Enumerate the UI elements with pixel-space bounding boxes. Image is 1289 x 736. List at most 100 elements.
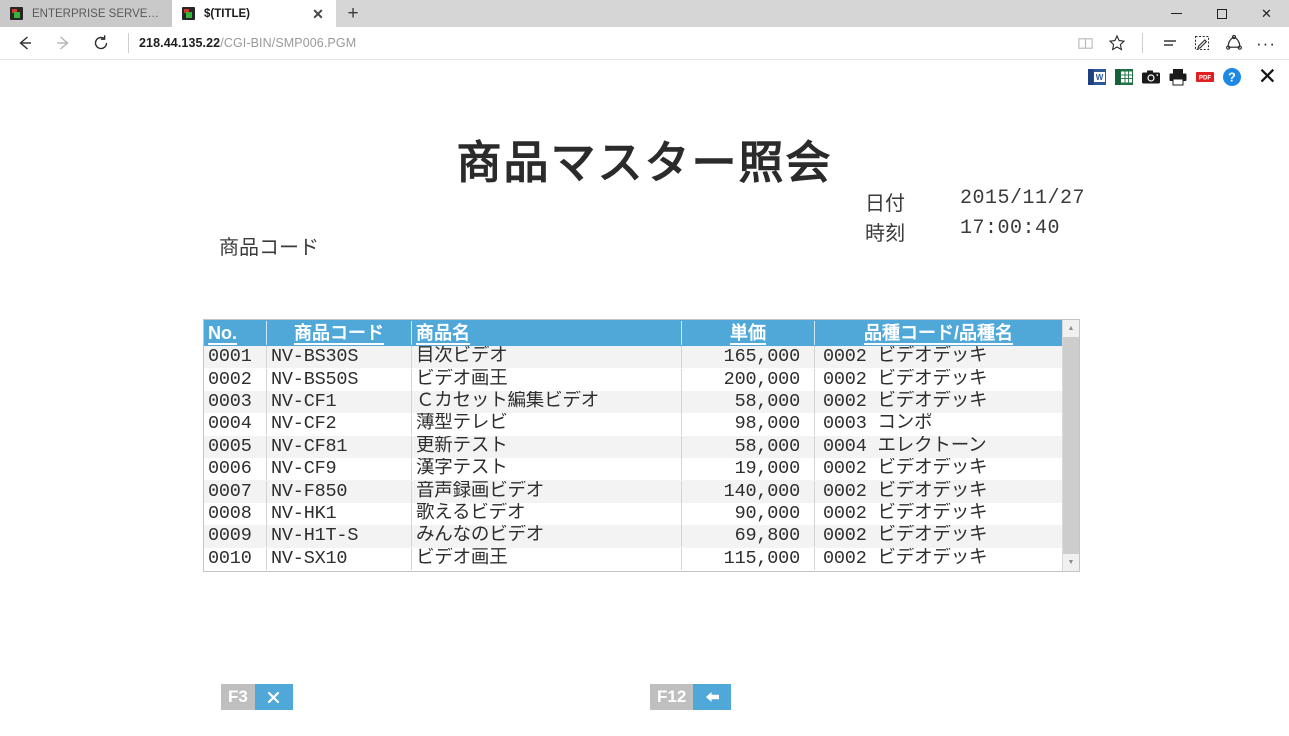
browser-tab-enterprise-server[interactable]: ENTERPRISE SERVER Ver7.0 bbox=[0, 0, 172, 27]
cell-code: NV-H1T-S bbox=[266, 525, 411, 548]
date-value: 2015/11/27 bbox=[960, 187, 1086, 210]
address-bar[interactable]: 218.44.135.22/CGI-BIN/SMP006.PGM bbox=[139, 36, 1070, 50]
table-row[interactable]: 0007 NV-F850 音声録画ビデオ 140,000 0002 ビデオデッキ bbox=[204, 480, 1062, 503]
reading-view-icon[interactable] bbox=[1070, 27, 1100, 59]
column-header-unit-price-label: 単価 bbox=[730, 323, 766, 345]
table-row[interactable]: 0006 NV-CF9 漢字テスト 19,000 0002 ビデオデッキ bbox=[204, 457, 1062, 481]
column-header-no[interactable]: No. bbox=[204, 321, 266, 345]
refresh-button[interactable] bbox=[82, 27, 120, 59]
table-row[interactable]: 0004 NV-CF2 薄型テレビ 98,000 0003 コンポ bbox=[204, 413, 1062, 436]
camera-capture-icon[interactable] bbox=[1141, 67, 1161, 87]
cell-kind: 0004 エレクトーン bbox=[814, 435, 1062, 458]
table-row[interactable]: 0003 NV-CF1 Ｃカセット編集ビデオ 58,000 0002 ビデオデッ… bbox=[204, 390, 1062, 414]
cell-price: 115,000 bbox=[681, 547, 814, 570]
new-tab-button[interactable]: + bbox=[336, 0, 370, 27]
forward-arrow-icon bbox=[57, 36, 69, 50]
app-toolbar-icons: W PDF ? ✕ bbox=[1087, 65, 1277, 88]
cell-price: 140,000 bbox=[681, 480, 814, 503]
scrollbar-thumb[interactable] bbox=[1063, 337, 1079, 554]
table-row[interactable]: 0010 NV-SX10 ビデオ画王 115,000 0002 ビデオデッキ bbox=[204, 547, 1062, 570]
toolbar-actions: ··· bbox=[1070, 27, 1281, 59]
hub-icon[interactable] bbox=[1155, 27, 1185, 59]
cell-code: NV-BS30S bbox=[266, 346, 411, 369]
cell-kind: 0002 ビデオデッキ bbox=[814, 525, 1062, 548]
table-row[interactable]: 0008 NV-HK1 歌えるビデオ 90,000 0002 ビデオデッキ bbox=[204, 502, 1062, 526]
cell-price: 98,000 bbox=[681, 413, 814, 436]
export-word-icon[interactable]: W bbox=[1087, 67, 1107, 87]
app-page: W PDF ? ✕ 商品マスター照会 日付 2015/11/27 時刻 17:0… bbox=[0, 60, 1289, 736]
toolbar-divider bbox=[128, 33, 129, 53]
column-header-unit-price[interactable]: 単価 bbox=[681, 321, 814, 345]
cell-no: 0009 bbox=[208, 525, 252, 547]
url-path: /CGI-BIN/SMP006.PGM bbox=[220, 36, 357, 50]
cell-code: NV-CF2 bbox=[266, 413, 411, 436]
cell-kind: 0002 ビデオデッキ bbox=[814, 368, 1062, 391]
time-value: 17:00:40 bbox=[960, 217, 1061, 240]
export-excel-icon[interactable] bbox=[1114, 67, 1134, 87]
function-key-f3[interactable]: F3 bbox=[221, 684, 293, 710]
cell-name: 音声録画ビデオ bbox=[411, 480, 681, 503]
cell-no: 0004 bbox=[208, 413, 252, 435]
tab-close-icon[interactable]: ✕ bbox=[310, 7, 326, 21]
more-options-label: ··· bbox=[1256, 33, 1276, 53]
maximize-button[interactable] bbox=[1199, 0, 1244, 27]
scroll-down-icon[interactable]: ▼ bbox=[1063, 554, 1079, 571]
cell-kind: 0002 ビデオデッキ bbox=[814, 480, 1062, 503]
cell-code: NV-SX10 bbox=[266, 547, 411, 570]
cell-name: 薄型テレビ bbox=[411, 413, 681, 436]
function-key-f12[interactable]: F12 bbox=[650, 684, 732, 710]
back-arrow-icon[interactable] bbox=[693, 684, 732, 710]
grid-vertical-scrollbar[interactable]: ▲ ▼ bbox=[1062, 320, 1079, 571]
print-icon[interactable] bbox=[1168, 67, 1188, 87]
cell-price: 58,000 bbox=[681, 390, 814, 413]
cell-name: ビデオ画王 bbox=[411, 368, 681, 391]
cell-no: 0001 bbox=[208, 346, 252, 368]
column-header-kind-label: 品種コード/品種名 bbox=[863, 323, 1013, 345]
svg-text:PDF: PDF bbox=[1199, 74, 1212, 81]
url-host: 218.44.135.22 bbox=[139, 36, 221, 50]
cell-kind: 0002 ビデオデッキ bbox=[814, 346, 1062, 369]
favorites-star-icon[interactable] bbox=[1102, 27, 1132, 59]
cell-no: 0008 bbox=[208, 502, 252, 524]
share-icon[interactable] bbox=[1219, 27, 1249, 59]
cell-name: Ｃカセット編集ビデオ bbox=[411, 390, 681, 413]
column-header-kind[interactable]: 品種コード/品種名 bbox=[814, 321, 1062, 345]
forward-button[interactable] bbox=[44, 27, 82, 59]
window-controls: ✕ bbox=[1154, 0, 1289, 27]
column-header-product-code[interactable]: 商品コード bbox=[266, 321, 411, 345]
back-button[interactable] bbox=[6, 27, 44, 59]
refresh-icon bbox=[94, 35, 108, 50]
export-pdf-icon[interactable]: PDF bbox=[1195, 67, 1215, 87]
time-label: 時刻 bbox=[865, 223, 905, 245]
app-close-icon[interactable]: ✕ bbox=[1258, 65, 1277, 88]
cell-code: NV-HK1 bbox=[266, 502, 411, 525]
close-x-icon[interactable] bbox=[254, 684, 293, 710]
table-row[interactable]: 0005 NV-CF81 更新テスト 58,000 0004 エレクトーン bbox=[204, 435, 1062, 458]
cell-name: 目次ビデオ bbox=[411, 346, 681, 369]
function-key-f12-label: F12 bbox=[650, 684, 694, 710]
minimize-button[interactable] bbox=[1154, 0, 1199, 27]
datetime-block: 日付 2015/11/27 時刻 17:00:40 bbox=[865, 187, 1085, 246]
table-row[interactable]: 0001 NV-BS30S 目次ビデオ 165,000 0002 ビデオデッキ bbox=[204, 346, 1062, 369]
scrollbar-track[interactable] bbox=[1063, 337, 1079, 554]
help-icon[interactable]: ? bbox=[1222, 67, 1242, 87]
scroll-up-icon[interactable]: ▲ bbox=[1063, 320, 1079, 337]
cell-code: NV-CF81 bbox=[266, 435, 411, 458]
cell-kind: 0002 ビデオデッキ bbox=[814, 502, 1062, 525]
column-header-no-label: No. bbox=[208, 323, 237, 345]
cell-no: 0002 bbox=[208, 368, 252, 390]
cell-no: 0005 bbox=[208, 435, 252, 457]
table-row[interactable]: 0002 NV-BS50S ビデオ画王 200,000 0002 ビデオデッキ bbox=[204, 368, 1062, 391]
cell-price: 165,000 bbox=[681, 346, 814, 369]
web-note-icon[interactable] bbox=[1187, 27, 1217, 59]
browser-tab-title[interactable]: $(TITLE) ✕ bbox=[172, 0, 336, 27]
table-row[interactable]: 0009 NV-H1T-S みんなのビデオ 69,800 0002 ビデオデッキ bbox=[204, 525, 1062, 548]
toolbar-divider-2 bbox=[1142, 33, 1143, 53]
window-close-button[interactable]: ✕ bbox=[1244, 0, 1289, 27]
more-options-icon[interactable]: ··· bbox=[1251, 27, 1281, 59]
cell-no: 0007 bbox=[208, 480, 252, 502]
column-header-product-name[interactable]: 商品名 bbox=[411, 321, 681, 345]
cell-kind: 0002 ビデオデッキ bbox=[814, 458, 1062, 481]
browser-chrome: ENTERPRISE SERVER Ver7.0 $(TITLE) ✕ + ✕ … bbox=[0, 0, 1289, 60]
tab-title: ENTERPRISE SERVER Ver7.0 bbox=[32, 7, 162, 20]
